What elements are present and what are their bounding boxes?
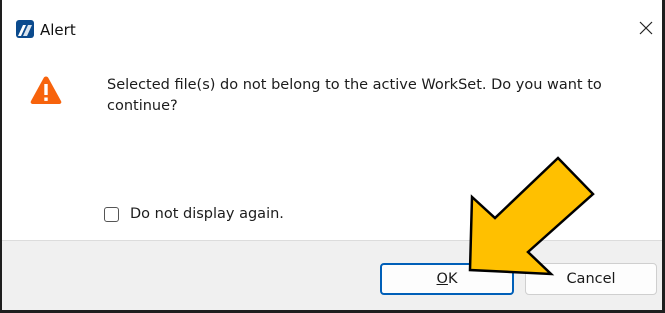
alert-dialog: Alert Selected file(s) do not belong to … [0, 0, 665, 313]
checkbox-label: Do not display again. [130, 206, 284, 222]
close-button[interactable] [633, 16, 659, 40]
close-icon [639, 21, 653, 35]
warning-icon [30, 76, 62, 104]
alert-message: Selected file(s) do not belong to the ac… [107, 77, 602, 114]
do-not-display-again-checkbox[interactable] [104, 206, 119, 222]
cancel-button[interactable]: Cancel [525, 263, 657, 295]
ok-button[interactable]: OK [380, 263, 514, 295]
ok-button-mnemonic: O [436, 271, 448, 287]
window-title: Alert [40, 21, 76, 39]
dialog-content: Selected file(s) do not belong to the ac… [2, 58, 662, 240]
app-logo-icon [16, 20, 34, 38]
do-not-display-again-option[interactable]: Do not display again. [104, 205, 284, 223]
title-bar[interactable]: Alert [2, 0, 662, 58]
button-bar: OK Cancel [2, 241, 662, 310]
ok-button-label: K [447, 271, 458, 287]
